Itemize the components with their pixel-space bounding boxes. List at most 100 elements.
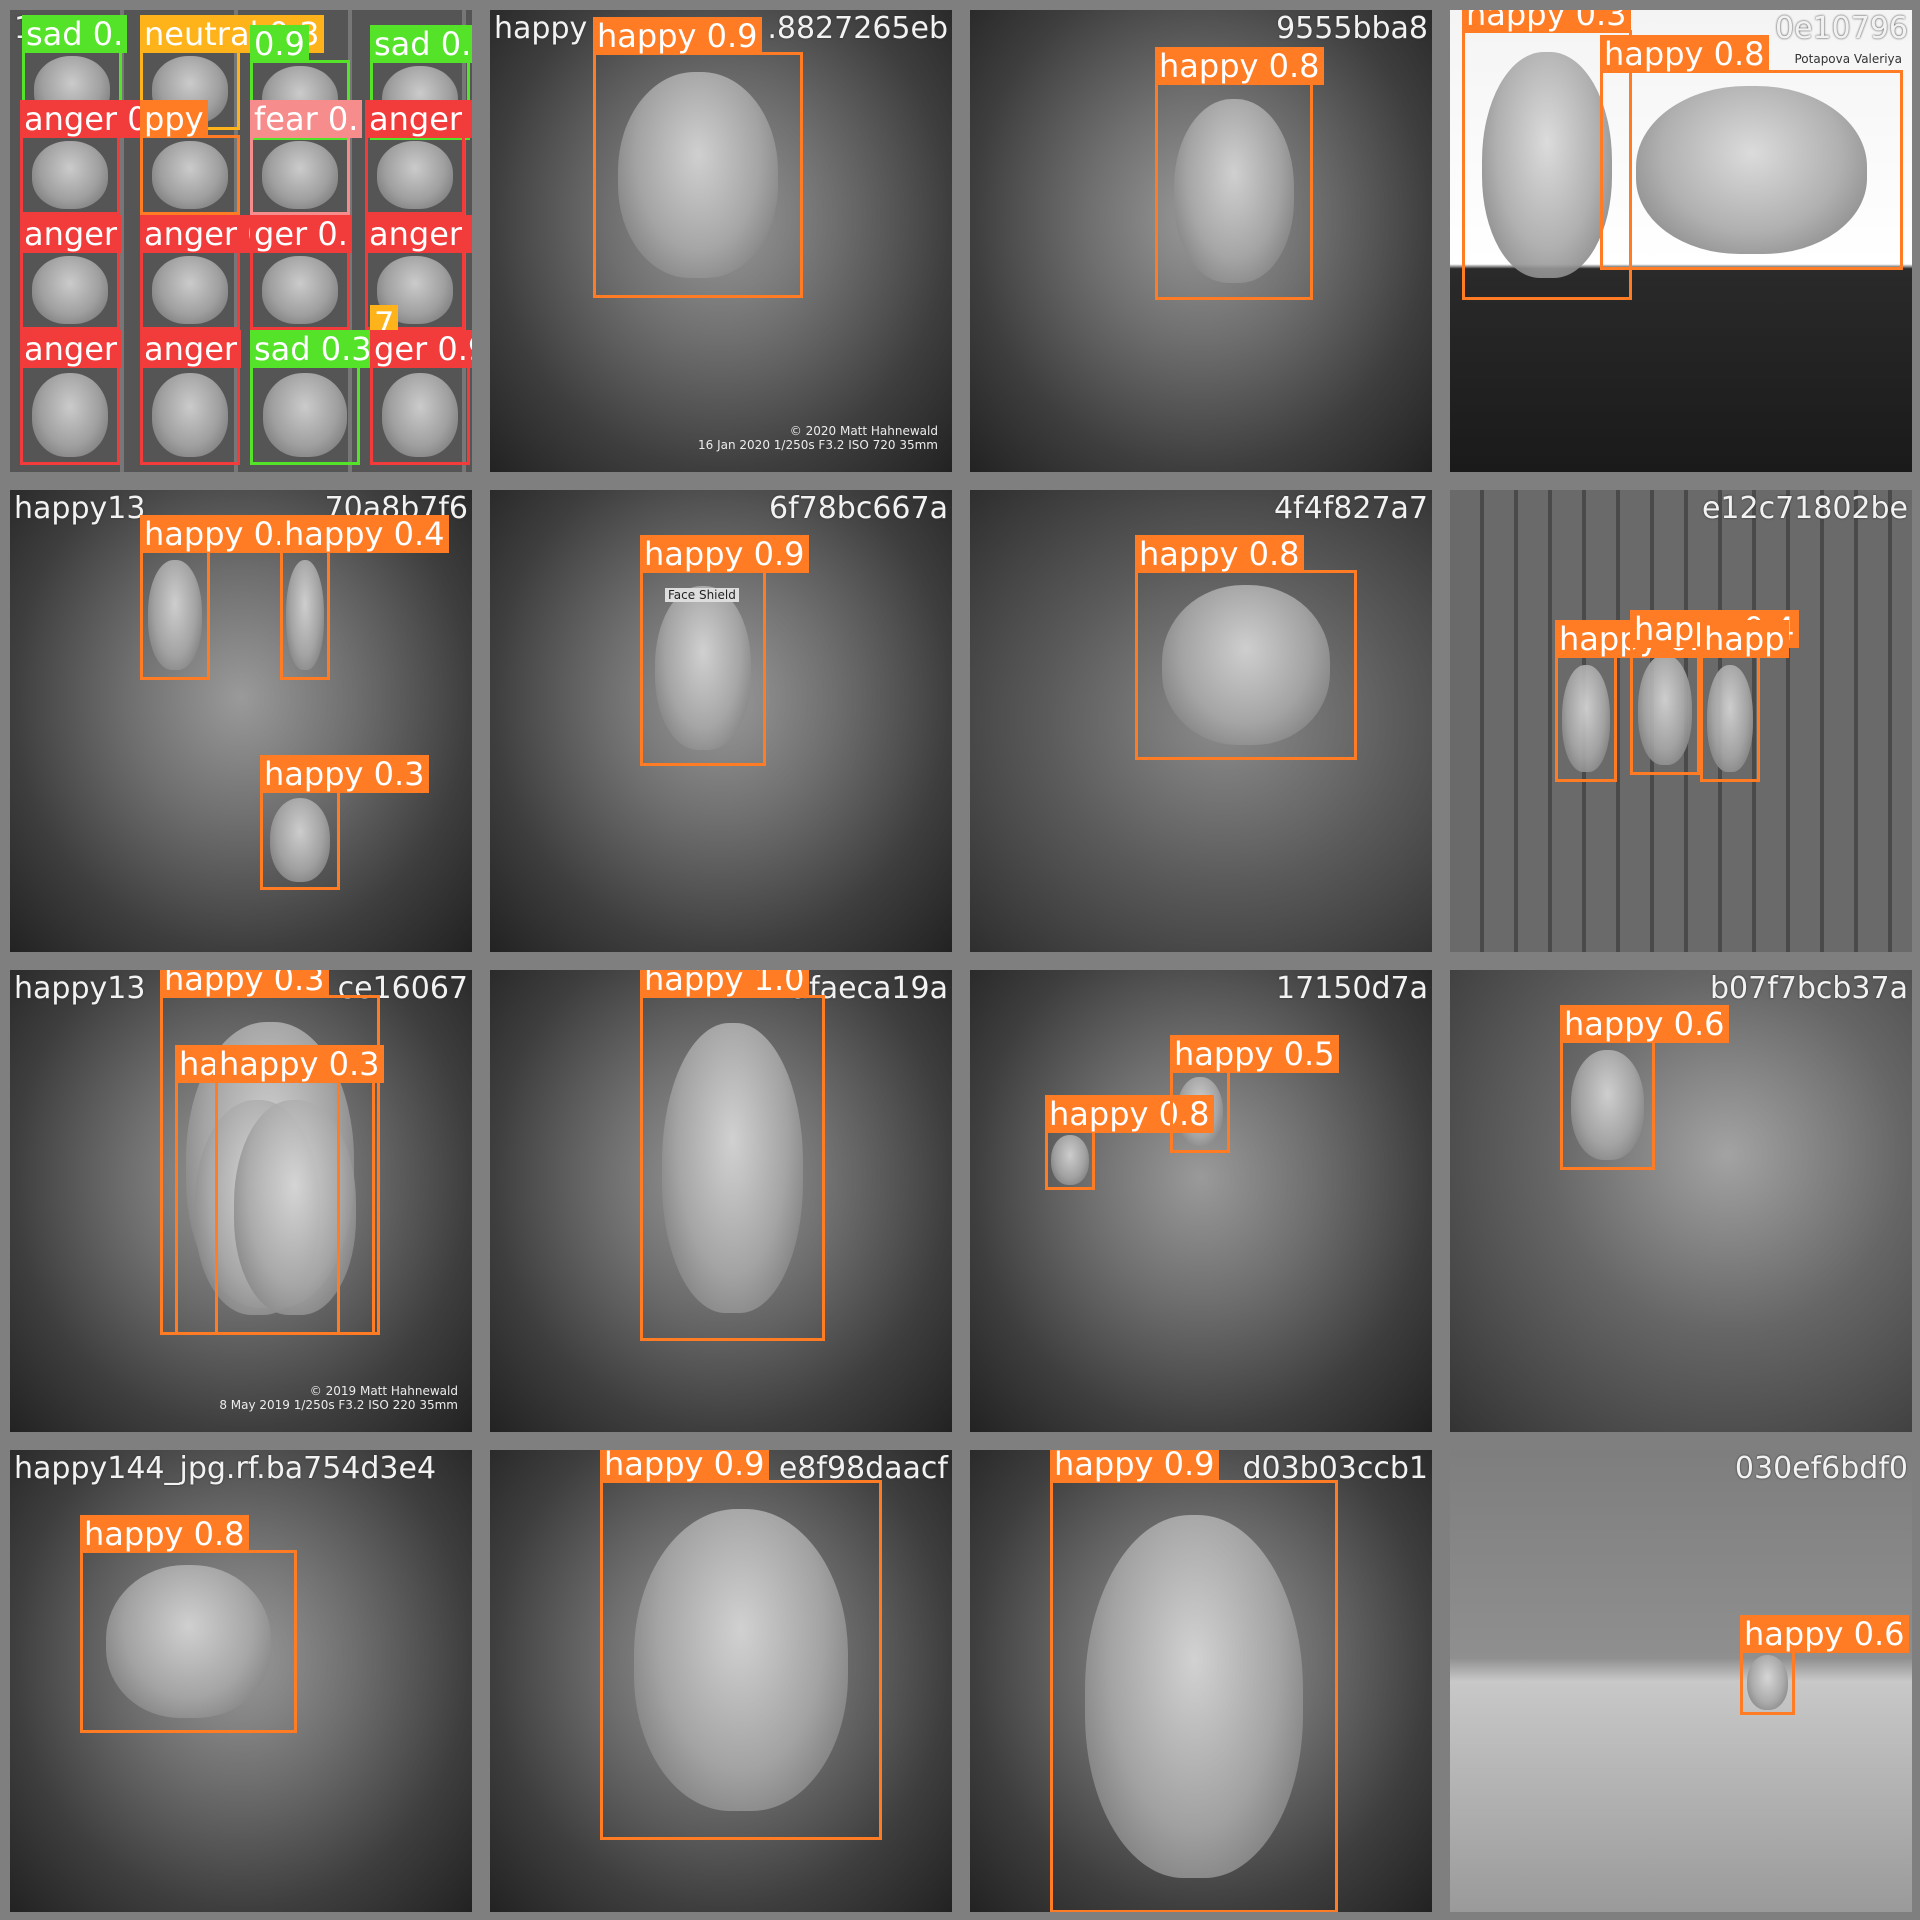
detection-label: happy 0.5: [1170, 1035, 1339, 1073]
detection-label: happy 0.3: [260, 755, 429, 793]
detection-box: happy 0.4: [1630, 610, 1799, 775]
detection-label: sad 0.4: [370, 25, 472, 63]
detection-label: ppy: [140, 100, 208, 138]
filename-suffix: b07f7bcb37a: [1709, 971, 1908, 1006]
detection-box: ger 0.: [250, 215, 352, 330]
photo-credit: © 2019 Matt Hahnewald 8 May 2019 1/250s F…: [219, 1384, 458, 1412]
image-tile: 6f78bc667a happy 0.9 Face Shield: [490, 490, 952, 952]
face-shield-text: Face Shield: [665, 588, 739, 602]
filename-suffix: 0e10796: [1775, 11, 1908, 46]
image-tile: happy144_jpg.rf.ba754d3e4happy 0.8: [10, 1450, 472, 1912]
image-tile: 17150d7a happy 0.8 happy 0.5: [970, 970, 1432, 1432]
detection-label: happy 0.3: [160, 970, 329, 998]
detection-box: happy 0.6: [1560, 1005, 1729, 1170]
detection-label: sad 0.3: [250, 330, 376, 368]
detection-box: anger 0.9: [365, 100, 472, 215]
detection-label: happy 0.3: [215, 1045, 384, 1083]
detection-box: anger 0.3: [140, 215, 303, 330]
detection-label: happy 0.8: [1600, 35, 1769, 73]
detection-label: happy 0.4: [280, 515, 449, 553]
detection-box: happy 0.9: [593, 17, 803, 298]
detection-label: happy 0.6: [1560, 1005, 1729, 1043]
image-tile: 030ef6bdf0 happy 0.6: [1450, 1450, 1912, 1912]
detection-box: anger 0.8: [20, 100, 183, 215]
filename-label: happy13: [14, 491, 146, 526]
detection-label: sad 0.: [22, 15, 128, 53]
filename-suffix: 6f78bc667a: [768, 491, 948, 526]
detection-box: happy 1.0: [640, 970, 825, 1341]
photo-credit-line: © 2019 Matt Hahnewald: [309, 1384, 458, 1398]
detection-label: happy 0.9: [600, 1450, 769, 1483]
detection-box: sad 0.3: [250, 330, 376, 465]
filename-suffix: 030ef6bdf0: [1734, 1451, 1908, 1486]
filename-label: happy13: [14, 971, 146, 1006]
detection-label: happy 0.9: [640, 535, 809, 573]
detection-box: fear 0.: [250, 100, 363, 215]
detection-label: happy 0.8: [1155, 47, 1324, 85]
detection-box: ppy: [140, 100, 240, 215]
filename-label: happy: [494, 11, 588, 46]
filename-suffix: 9555bba8: [1276, 11, 1428, 46]
detection-box: anger: [20, 215, 122, 330]
detection-box: happy 0.8: [80, 1515, 297, 1733]
detection-label: anger: [20, 215, 122, 253]
filename-suffix: 17150d7a: [1276, 971, 1428, 1006]
image-tile: afaeca19a happy 1.0: [490, 970, 952, 1432]
detection-label: happy 0.8: [1135, 535, 1304, 573]
detection-label: anger: [140, 330, 242, 368]
image-tile: 9555bba8 happy 0.8: [970, 10, 1432, 472]
image-tile: 4f4f827a7 happy 0.8: [970, 490, 1432, 952]
image-tile: happy13 ce16067 happy 0.3 ha happy 0.3 © 2019…: [10, 970, 472, 1432]
detection-box: happy 0.6: [1740, 1615, 1909, 1715]
filename-suffix: e12c71802be: [1701, 491, 1908, 526]
detection-box: happy 0.3: [260, 755, 429, 890]
detection-label: 0.9: [250, 25, 309, 63]
photo: [10, 490, 472, 952]
image-tile: happy13 70a8b7f6 happy 0. happy 0.4 happy 0.…: [10, 490, 472, 952]
detection-label: ger 0.9: [370, 330, 472, 368]
detection-mosaic: 1sad 0.neutral 0.30.9sad 0.4anger 0.8ppy…: [0, 0, 1920, 1920]
detection-box: ger 0.9: [370, 330, 472, 465]
detection-box: happy 0.9: [600, 1450, 882, 1840]
detection-label: happy 0.9: [593, 17, 762, 55]
filename-suffix: 4f4f827a7: [1273, 491, 1428, 526]
detection-label: happy 0.3: [1462, 10, 1631, 33]
detection-box: happy 0.8: [1600, 35, 1903, 270]
detection-box: happy 0.5: [1170, 1035, 1339, 1153]
detection-label: anger: [20, 330, 122, 368]
detection-box: happy 0.8: [1045, 1095, 1214, 1190]
photo-credit-line: 16 Jan 2020 1/250s F3.2 ISO 720 35mm: [698, 438, 938, 452]
image-tile: happy .8827265eb happy 0.9 © 2020 Matt Hahn…: [490, 10, 952, 472]
detection-box: happy 0.3: [215, 1045, 384, 1335]
photo: [1450, 1450, 1912, 1912]
detection-box: anger: [20, 330, 122, 465]
detection-label: ger 0.: [250, 215, 352, 253]
detection-box: happ: [1700, 620, 1789, 782]
filename-suffix: .8827265eb: [767, 11, 948, 46]
detection-label: anger 0.3: [365, 215, 472, 253]
filename-label: happy144_jpg.rf.ba754d3e4: [14, 1451, 437, 1486]
watermark: Potapova Valeriya: [1794, 52, 1902, 66]
image-tile: 1sad 0.neutral 0.30.9sad 0.4anger 0.8ppy…: [10, 10, 472, 472]
photo-credit-line: © 2020 Matt Hahnewald: [789, 424, 938, 438]
image-tile: b07f7bcb37a happy 0.6: [1450, 970, 1912, 1432]
image-tile: e8f98daacf happy 0.9: [490, 1450, 952, 1912]
detection-box: happy 0.8: [1135, 535, 1357, 760]
detection-label: fear 0.: [250, 100, 363, 138]
detection-box: anger: [140, 330, 242, 465]
photo-credit-line: 8 May 2019 1/250s F3.2 ISO 220 35mm: [219, 1398, 458, 1412]
detection-box: happy 0.8: [1155, 47, 1324, 300]
image-tile: 0e10796 happy 0.3 happy 0.8 Potapova Valeri…: [1450, 10, 1912, 472]
photo-credit: © 2020 Matt Hahnewald 16 Jan 2020 1/250s …: [698, 424, 938, 452]
detection-label: happy 0.8: [80, 1515, 249, 1553]
detection-box: happy 0.: [140, 515, 289, 680]
detection-box: happy 0.9: [1050, 1450, 1338, 1912]
detection-label: happy 0.9: [1050, 1450, 1219, 1483]
detection-label: happy 0.6: [1740, 1615, 1909, 1653]
image-tile: d03b03ccb1 happy 0.9: [970, 1450, 1432, 1912]
detection-label: anger 0.9: [365, 100, 472, 138]
detection-label: happ: [1700, 620, 1789, 658]
detection-box: happy 0.4: [280, 515, 449, 680]
detection-box: happy 0.: [1555, 620, 1704, 782]
detection-label: happy 0.: [140, 515, 289, 553]
